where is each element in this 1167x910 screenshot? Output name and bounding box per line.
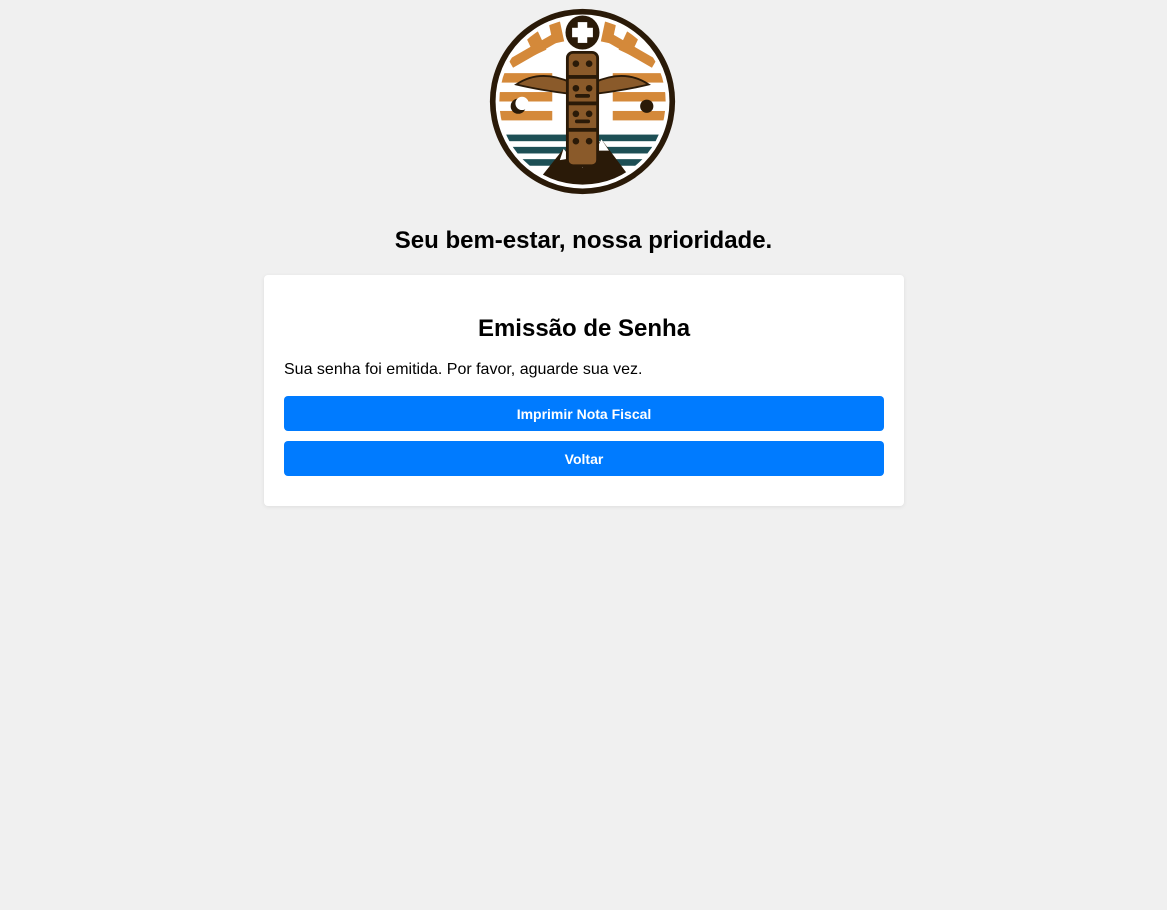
back-button[interactable]: Voltar	[284, 441, 884, 476]
card-message: Sua senha foi emitida. Por favor, aguard…	[284, 361, 643, 378]
totem-logo-icon	[487, 7, 678, 196]
ticket-card: Emissão de Senha Sua senha foi emitida. …	[264, 275, 904, 506]
print-invoice-button[interactable]: Imprimir Nota Fiscal	[284, 396, 884, 431]
tagline: Seu bem-estar, nossa prioridade.	[394, 227, 773, 254]
page: Seu bem-estar, nossa prioridade. Emissão…	[0, 0, 1167, 910]
card-title: Emissão de Senha	[477, 315, 691, 342]
